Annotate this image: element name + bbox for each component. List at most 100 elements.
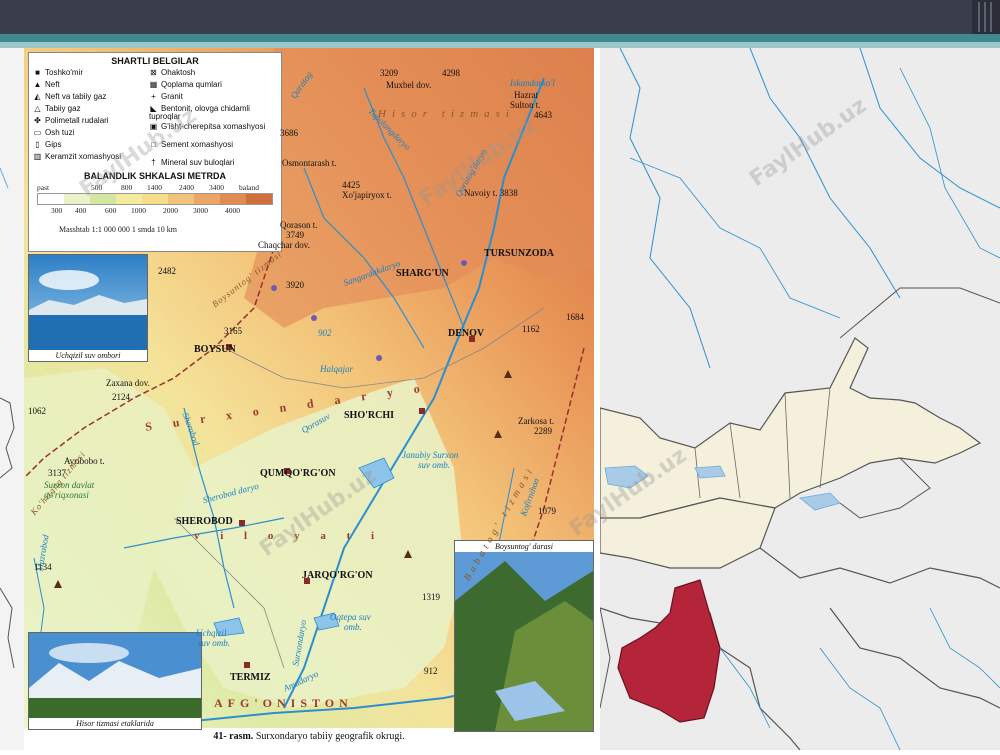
peak-label: Muxbel dov. <box>386 80 432 90</box>
scale-top-label: 800 <box>121 183 133 192</box>
peak-label: 1162 <box>522 324 540 334</box>
reservoir-label: Uchqizil <box>196 628 227 638</box>
legend-item: △ Tabiiy gaz <box>34 104 81 113</box>
peak-label: 3165 <box>224 326 242 336</box>
city-label: DENOV <box>448 328 485 339</box>
peak-label: 2482 <box>158 266 176 276</box>
legend-item: ▦ Qoplama qumlari <box>149 80 222 89</box>
peak-label: 4298 <box>442 68 460 78</box>
peak-label: 3686 <box>280 128 298 138</box>
left-edge-map-fragment <box>0 48 24 750</box>
scale-bottom-label: 300 <box>51 206 63 215</box>
river-label: Halqajar <box>320 364 354 374</box>
elevation-swatch <box>194 194 220 204</box>
peak-label: 1684 <box>566 312 584 322</box>
limestone-icon: ⊠ <box>150 68 157 77</box>
reservoir-label: suv omb. <box>198 638 230 648</box>
scale-bottom-label: 400 <box>75 206 87 215</box>
legend-item: ⊠ Ohaktosh <box>150 68 196 77</box>
peak-label: 1319 <box>422 592 440 602</box>
legend-title: SHARTLI BELGILAR <box>111 56 199 66</box>
scale-top-label: 3400 <box>209 183 224 192</box>
slide-header-stripe <box>0 34 1000 42</box>
scale-bottom-label: 600 <box>105 206 117 215</box>
peak-label: 4425 <box>342 180 360 190</box>
slide-header-accent <box>972 0 1000 34</box>
peak-label: 1062 <box>28 406 46 416</box>
keramzit-icon: ▥ <box>33 152 42 161</box>
peak-label: 3209 <box>380 68 398 78</box>
photo-reservoir: Uchqizil suv ombori <box>28 254 148 362</box>
oil-gas-icon: ◭ <box>34 92 41 101</box>
peak-label: 3920 <box>286 280 304 290</box>
legend-item: ▲ Neft <box>33 80 60 89</box>
scale-bottom-label: 2000 <box>163 206 178 215</box>
elevation-swatch <box>142 194 168 204</box>
granite-icon: + <box>151 92 156 101</box>
peak-label: 2124 <box>112 392 130 402</box>
scale-top-label: baland <box>239 183 259 192</box>
sand-icon: ▦ <box>149 80 158 89</box>
legend-item: ✤ Polimetall rudalari <box>34 116 109 125</box>
elevation-swatch <box>246 194 272 204</box>
elevation-scale-title: BALANDLIK SHKALASI METRDA <box>84 171 226 181</box>
elevation-scale-bar <box>37 193 273 205</box>
reservoir-label: suv omb. <box>418 460 450 470</box>
mineral-spring-icon: † <box>151 158 156 167</box>
map-scale: Masshtab 1:1 000 000 1 smda 10 km <box>59 225 177 234</box>
elevation-swatch <box>220 194 246 204</box>
gypsum-icon: ▯ <box>35 140 40 149</box>
reservoir-label: Oqtepa suv <box>330 612 371 622</box>
peak-label: Navoiy t. 3838 <box>464 188 518 198</box>
lake-label: Iskandarko'l <box>510 78 555 88</box>
salt-icon: ▭ <box>33 128 42 137</box>
legend-item: ◭ Neft va tabiiy gaz <box>34 92 107 101</box>
peak-label: Zarkosa t. <box>518 416 554 426</box>
polymetal-icon: ✤ <box>34 116 41 125</box>
peak-label: 912 <box>424 666 438 676</box>
photo-caption: Boysuntog' darasi <box>455 541 593 552</box>
reservoir-label: omb. <box>344 622 362 632</box>
reservoir-label: Janubiy Surxon <box>402 450 459 460</box>
city-label: TERMIZ <box>230 672 271 683</box>
legend-item: † Mineral suv buloqlari <box>149 159 277 167</box>
city-label: JARQO'RG'ON <box>302 570 373 581</box>
scale-bottom-label: 1000 <box>131 206 146 215</box>
scale-top-label: 2400 <box>179 183 194 192</box>
legend-item: + Granit <box>149 93 183 101</box>
river-label: 902 <box>318 328 332 338</box>
legend-item: ▭ Osh tuzi <box>33 128 75 137</box>
city-label: SHO'RCHI <box>344 410 395 421</box>
city-label: QUMQO'RG'ON <box>260 468 336 479</box>
elevation-swatch <box>116 194 142 204</box>
city-label: BOYSUN <box>194 344 236 355</box>
photo-hisor-foothills: Hisor tizmasi etaklarida <box>28 632 202 730</box>
oil-icon: ▲ <box>33 80 42 89</box>
city-label: TURSUNZODA <box>484 248 555 259</box>
slide-header-bar <box>0 0 1000 34</box>
peak-label: 2289 <box>534 426 552 436</box>
peak-label: Osmontarash t. <box>282 158 337 168</box>
scale-top-label: past <box>37 183 50 192</box>
city-label: SHARG'UN <box>396 268 449 279</box>
elevation-swatch <box>38 194 64 204</box>
peak-label: 4643 <box>534 110 552 120</box>
scale-top-label: 1400 <box>147 183 162 192</box>
elevation-swatch <box>168 194 194 204</box>
scale-bottom-label: 4000 <box>225 206 240 215</box>
peak-label: Zaxana dov. <box>106 378 150 388</box>
photo-caption: Uchqizil suv ombori <box>29 350 147 361</box>
peak-label: Qorason t. <box>280 220 318 230</box>
peak-label: 3749 <box>286 230 304 240</box>
mountain-range-label: Hisor tizmasi <box>378 108 515 120</box>
legend-item: ▯ Gips <box>33 141 61 149</box>
country-label: AFG'ONISTON <box>214 696 353 710</box>
gas-icon: △ <box>34 104 41 113</box>
legend-item: ■ Toshko'mir <box>33 69 83 77</box>
scale-bottom-label: 3000 <box>193 206 208 215</box>
peak-label: Hazrat <box>514 90 538 100</box>
figure-caption: 41- rasm. Surxondaryo tabiiy geografik o… <box>213 731 405 742</box>
city-label: SHEROBOD <box>176 516 233 527</box>
peak-label: Chaqchar dov. <box>258 240 310 250</box>
coal-icon: ■ <box>35 68 40 77</box>
